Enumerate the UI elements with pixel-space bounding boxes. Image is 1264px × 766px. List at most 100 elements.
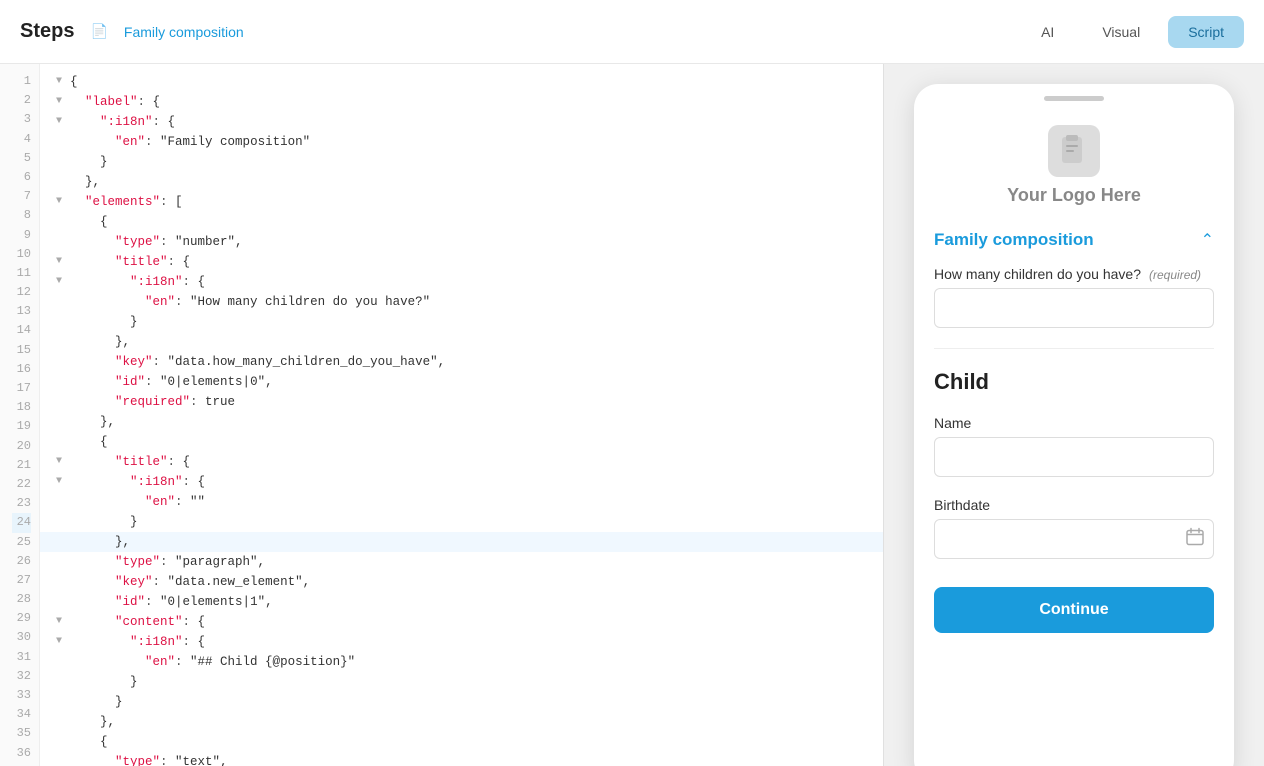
line-number: 27 xyxy=(12,571,31,590)
fold-chevron[interactable] xyxy=(56,394,68,410)
name-input[interactable] xyxy=(934,437,1214,477)
code-line: { xyxy=(40,732,883,752)
fold-chevron[interactable] xyxy=(56,654,68,670)
line-number: 1 xyxy=(12,72,31,91)
line-number: 6 xyxy=(12,168,31,187)
code-text: }, xyxy=(70,712,115,732)
code-line: ▼ ":i18n": { xyxy=(40,472,883,492)
code-line: "en": "Family composition" xyxy=(40,132,883,152)
birthdate-group: Birthdate xyxy=(934,497,1214,559)
fold-chevron[interactable] xyxy=(56,214,68,230)
code-line: "type": "paragraph", xyxy=(40,552,883,572)
line-number: 20 xyxy=(12,437,31,456)
fold-chevron[interactable]: ▼ xyxy=(56,254,68,270)
fold-chevron[interactable] xyxy=(56,354,68,370)
code-line: } xyxy=(40,692,883,712)
children-count-input[interactable] xyxy=(934,288,1214,328)
app-header: Steps 📄 Family composition AI Visual Scr… xyxy=(0,0,1264,64)
code-line: } xyxy=(40,152,883,172)
fold-chevron[interactable] xyxy=(56,714,68,730)
code-text: ":i18n": { xyxy=(70,272,205,292)
fold-chevron[interactable] xyxy=(56,434,68,450)
line-number: 28 xyxy=(12,590,31,609)
line-number: 36 xyxy=(12,744,31,763)
name-label: Name xyxy=(934,415,971,431)
fold-chevron[interactable]: ▼ xyxy=(56,454,68,470)
line-number: 33 xyxy=(12,686,31,705)
fold-chevron[interactable] xyxy=(56,594,68,610)
fold-chevron[interactable]: ▼ xyxy=(56,274,68,290)
code-text: ":i18n": { xyxy=(70,112,175,132)
fold-chevron[interactable] xyxy=(56,514,68,530)
fold-chevron[interactable]: ▼ xyxy=(56,474,68,490)
fold-chevron[interactable] xyxy=(56,134,68,150)
fold-chevron[interactable] xyxy=(56,374,68,390)
fold-chevron[interactable] xyxy=(56,294,68,310)
collapse-icon[interactable]: ⌃ xyxy=(1201,230,1214,250)
line-number: 14 xyxy=(12,321,31,340)
fold-chevron[interactable] xyxy=(56,534,68,550)
birthdate-input[interactable] xyxy=(934,519,1214,559)
fold-chevron[interactable]: ▼ xyxy=(56,614,68,630)
fold-chevron[interactable] xyxy=(56,494,68,510)
code-text: "en": "Family composition" xyxy=(70,132,310,152)
code-text: { xyxy=(70,732,108,752)
tab-group: AI Visual Script xyxy=(1021,16,1244,48)
code-line: { xyxy=(40,432,883,452)
fold-chevron[interactable] xyxy=(56,674,68,690)
code-line: } xyxy=(40,672,883,692)
line-number: 13 xyxy=(12,302,31,321)
line-numbers: 1234567891011121314151617181920212223242… xyxy=(0,64,40,766)
code-line: "id": "0|elements|0", xyxy=(40,372,883,392)
line-number: 25 xyxy=(12,533,31,552)
fold-chevron[interactable]: ▼ xyxy=(56,194,68,210)
line-number: 31 xyxy=(12,648,31,667)
tab-script[interactable]: Script xyxy=(1168,16,1244,48)
fold-chevron[interactable]: ▼ xyxy=(56,94,68,110)
code-line: ▼ ":i18n": { xyxy=(40,272,883,292)
line-number: 12 xyxy=(12,283,31,302)
code-text: "type": "text", xyxy=(70,752,228,766)
continue-button[interactable]: Continue xyxy=(934,587,1214,633)
fold-chevron[interactable] xyxy=(56,414,68,430)
code-line: { xyxy=(40,212,883,232)
code-text: "type": "number", xyxy=(70,232,243,252)
code-content: ▼{▼ "label": {▼ ":i18n": { "en": "Family… xyxy=(40,64,883,766)
tab-visual[interactable]: Visual xyxy=(1082,16,1160,48)
line-number: 30 xyxy=(12,628,31,647)
code-text: "key": "data.new_element", xyxy=(70,572,310,592)
fold-chevron[interactable] xyxy=(56,754,68,766)
fold-chevron[interactable] xyxy=(56,234,68,250)
code-line: ▼{ xyxy=(40,72,883,92)
fold-chevron[interactable] xyxy=(56,334,68,350)
code-line: ▼ ":i18n": { xyxy=(40,112,883,132)
line-number: 19 xyxy=(12,417,31,436)
fold-chevron[interactable]: ▼ xyxy=(56,74,68,90)
code-line: } xyxy=(40,512,883,532)
birthdate-input-wrapper xyxy=(934,519,1214,559)
code-line: "key": "data.new_element", xyxy=(40,572,883,592)
code-line: "en": "How many children do you have?" xyxy=(40,292,883,312)
code-line: "required": true xyxy=(40,392,883,412)
line-number: 11 xyxy=(12,264,31,283)
fold-chevron[interactable] xyxy=(56,694,68,710)
file-icon: 📄 xyxy=(90,23,107,40)
fold-chevron[interactable] xyxy=(56,554,68,570)
phone-form: Family composition ⌃ How many children d… xyxy=(914,230,1234,766)
birthdate-label: Birthdate xyxy=(934,497,990,513)
fold-chevron[interactable] xyxy=(56,574,68,590)
code-line: }, xyxy=(40,712,883,732)
code-line: "type": "text", xyxy=(40,752,883,766)
fold-chevron[interactable] xyxy=(56,314,68,330)
code-text: ":i18n": { xyxy=(70,632,205,652)
fold-chevron[interactable] xyxy=(56,154,68,170)
line-number: 26 xyxy=(12,552,31,571)
code-line: ▼ "label": { xyxy=(40,92,883,112)
fold-chevron[interactable] xyxy=(56,734,68,750)
fold-chevron[interactable] xyxy=(56,174,68,190)
code-text: "en": "" xyxy=(70,492,205,512)
code-editor[interactable]: 1234567891011121314151617181920212223242… xyxy=(0,64,884,766)
tab-ai[interactable]: AI xyxy=(1021,16,1074,48)
fold-chevron[interactable]: ▼ xyxy=(56,634,68,650)
fold-chevron[interactable]: ▼ xyxy=(56,114,68,130)
